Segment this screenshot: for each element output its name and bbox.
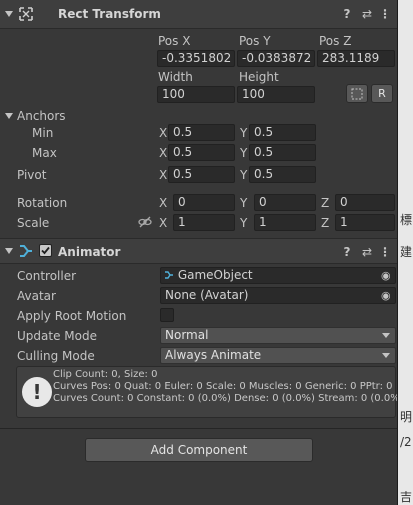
- pos-x-field[interactable]: -0.3351802: [157, 50, 235, 67]
- edge-glyph-3: 明: [400, 410, 413, 424]
- pos-x-label: Pos X: [158, 34, 191, 48]
- controller-target-icon[interactable]: ◉: [381, 268, 391, 283]
- scale-z-label: Z: [321, 216, 330, 230]
- warning-icon: !: [22, 377, 52, 407]
- anchor-max-y-label: Y: [240, 146, 248, 160]
- rotation-y-label: Y: [240, 196, 248, 210]
- anchor-min-label: Min: [32, 126, 54, 140]
- preset-icon[interactable]: ⇄: [360, 244, 374, 260]
- update-mode-value: Normal: [165, 328, 209, 342]
- pos-z-field[interactable]: 283.1189: [317, 50, 395, 67]
- blueprint-icon: [351, 88, 363, 100]
- controller-label: Controller: [17, 269, 77, 283]
- anchor-max-y-field[interactable]: 0.5: [249, 144, 316, 161]
- width-field[interactable]: 100: [157, 86, 235, 103]
- apply-root-motion-checkbox[interactable]: [160, 308, 174, 322]
- update-mode-dropdown[interactable]: Normal: [160, 327, 396, 344]
- dropdown-arrow-icon: [382, 333, 390, 338]
- warning-glyph: !: [32, 380, 42, 404]
- rect-transform-icon: [19, 7, 33, 21]
- edge-divider: [397, 0, 398, 505]
- pivot-label: Pivot: [17, 168, 47, 182]
- animator-controller-icon: [165, 271, 173, 279]
- pivot-x-field[interactable]: 0.5: [168, 166, 235, 183]
- edge-glyph-4: /2: [400, 435, 412, 449]
- rotation-label: Rotation: [17, 196, 68, 210]
- rotation-z-field[interactable]: 0: [335, 194, 395, 211]
- avatar-label: Avatar: [17, 289, 56, 303]
- anchor-min-x-label: X: [159, 126, 168, 140]
- anchor-max-x-label: X: [159, 146, 168, 160]
- apply-root-motion-label: Apply Root Motion: [17, 309, 127, 323]
- pivot-x-label: X: [159, 168, 168, 182]
- avatar-field[interactable]: None (Avatar): [160, 287, 396, 304]
- animator-icon: [20, 245, 32, 257]
- animator-enabled-checkbox[interactable]: [39, 244, 52, 257]
- preset-icon[interactable]: ⇄: [360, 6, 374, 22]
- info-line-3: Curves Count: 0 Constant: 0 (0.0%) Dense…: [53, 393, 404, 404]
- help-icon[interactable]: ?: [340, 244, 354, 260]
- rotation-x-label: X: [159, 196, 168, 210]
- component-separator: [0, 428, 397, 429]
- height-label: Height: [239, 70, 279, 84]
- rect-transform-header[interactable]: Rect Transform ? ⇄ ⋮: [0, 0, 397, 29]
- rotation-x-field[interactable]: 0: [173, 194, 235, 211]
- avatar-target-icon[interactable]: ◉: [381, 288, 391, 303]
- height-field[interactable]: 100: [237, 86, 315, 103]
- edge-glyph-2: 建: [400, 245, 413, 259]
- culling-mode-dropdown[interactable]: Always Animate: [160, 347, 396, 364]
- pivot-y-field[interactable]: 0.5: [249, 166, 316, 183]
- culling-mode-label: Culling Mode: [17, 349, 95, 363]
- rotation-z-label: Z: [321, 196, 330, 210]
- update-mode-label: Update Mode: [17, 329, 97, 343]
- edge-glyph-1: 標: [400, 213, 413, 227]
- pivot-y-label: Y: [240, 168, 248, 182]
- anchor-max-label: Max: [32, 146, 57, 160]
- width-label: Width: [158, 70, 193, 84]
- rect-transform-title: Rect Transform: [58, 7, 161, 21]
- pos-y-label: Pos Y: [239, 34, 271, 48]
- animator-title: Animator: [58, 245, 121, 259]
- culling-mode-value: Always Animate: [165, 348, 262, 362]
- dropdown-arrow-icon: [382, 353, 390, 358]
- menu-icon[interactable]: ⋮: [378, 244, 392, 260]
- animator-header[interactable]: Animator ? ⇄ ⋮: [0, 238, 397, 264]
- collapse-arrow-icon[interactable]: [5, 248, 13, 254]
- controller-value: GameObject: [177, 268, 253, 282]
- info-line-1: Clip Count: 0, Size: 0: [53, 369, 158, 380]
- edge-glyph-5: 吉: [400, 490, 413, 504]
- anchor-min-y-label: Y: [240, 126, 248, 140]
- anchors-label[interactable]: Anchors: [17, 108, 66, 124]
- link-scale-icon[interactable]: [138, 216, 152, 228]
- anchor-min-y-field[interactable]: 0.5: [249, 124, 316, 141]
- anchor-min-x-field[interactable]: 0.5: [168, 124, 235, 141]
- scale-x-field[interactable]: 1: [173, 214, 235, 231]
- info-line-2: Curves Pos: 0 Quat: 0 Euler: 0 Scale: 0 …: [53, 381, 393, 392]
- animator-info-box: ! Clip Count: 0, Size: 0 Curves Pos: 0 Q…: [16, 366, 404, 418]
- scale-z-field[interactable]: 1: [335, 214, 395, 231]
- checkmark-icon: [41, 246, 50, 255]
- anchors-foldout-icon[interactable]: [5, 113, 13, 119]
- blueprint-mode-button[interactable]: [346, 84, 368, 103]
- scale-y-label: Y: [240, 216, 248, 230]
- add-component-button[interactable]: Add Component: [85, 438, 313, 462]
- pos-y-field[interactable]: -0.0383872: [237, 50, 315, 67]
- menu-icon[interactable]: ⋮: [378, 6, 392, 22]
- anchor-max-x-field[interactable]: 0.5: [168, 144, 235, 161]
- raw-edit-button[interactable]: R: [371, 84, 393, 103]
- scale-label: Scale: [17, 216, 50, 230]
- controller-field[interactable]: GameObject: [160, 267, 396, 284]
- rotation-y-field[interactable]: 0: [254, 194, 316, 211]
- help-icon[interactable]: ?: [340, 6, 354, 22]
- pos-z-label: Pos Z: [319, 34, 352, 48]
- scale-y-field[interactable]: 1: [254, 214, 316, 231]
- collapse-arrow-icon[interactable]: [5, 11, 13, 17]
- scale-x-label: X: [159, 216, 168, 230]
